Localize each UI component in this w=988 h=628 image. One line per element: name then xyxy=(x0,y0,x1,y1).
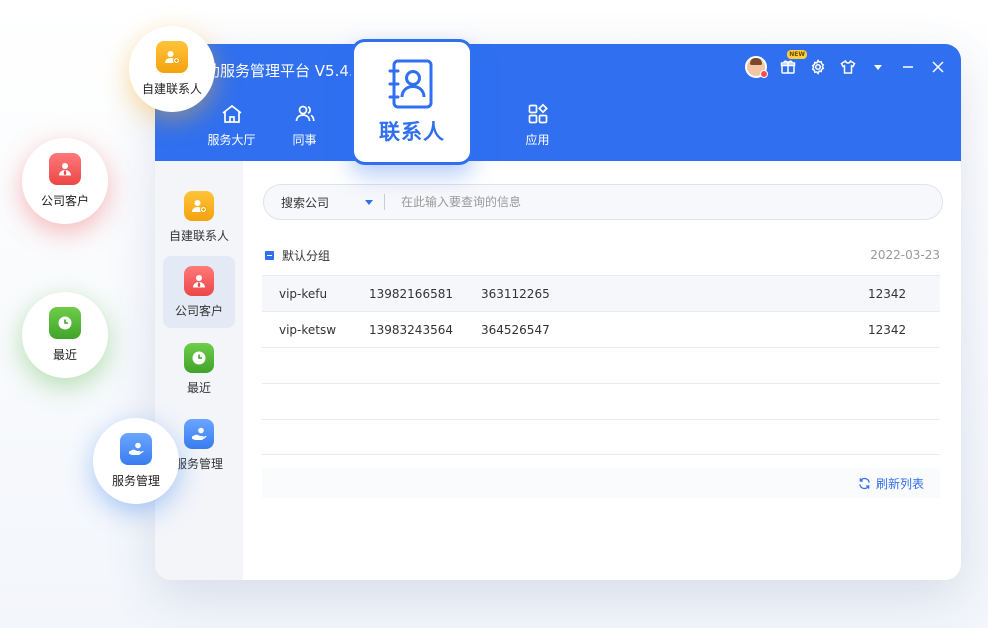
cell-ext: 12342 xyxy=(868,322,907,337)
search-scope-label: 搜索公司 xyxy=(281,195,330,210)
sidebar-item-label: 最近 xyxy=(186,380,211,395)
collapse-icon[interactable] xyxy=(265,250,274,260)
table-row[interactable]: vip-kefu 13982166581 363112265 12342 xyxy=(262,275,940,311)
search-divider xyxy=(384,194,385,210)
settings-icon[interactable] xyxy=(809,58,827,76)
app-window: 助服务管理平台 V5.4. NEW 服务大厅 同事 应用 自建联系人 公司客户 … xyxy=(155,44,961,580)
bubble-label: 服务管理 xyxy=(111,474,160,488)
recent-clock-icon xyxy=(49,307,81,339)
bubble-service-manage[interactable]: 服务管理 xyxy=(93,418,179,504)
new-badge: NEW xyxy=(787,50,807,59)
sidebar-item-label: 服务管理 xyxy=(174,456,223,471)
service-manage-icon xyxy=(184,418,214,449)
contacts-book-icon xyxy=(388,59,433,109)
search-bar: 搜索公司 xyxy=(263,184,943,220)
cell-name: vip-kefu xyxy=(279,286,328,301)
sidebar-item-recent[interactable]: 最近 xyxy=(163,333,235,405)
table-row-empty xyxy=(262,347,940,383)
nav-colleagues-label: 同事 xyxy=(292,133,317,147)
self-contact-icon xyxy=(156,41,188,73)
colleagues-icon xyxy=(295,105,315,122)
cell-ext: 12342 xyxy=(868,286,907,301)
recent-clock-icon xyxy=(184,342,214,373)
dropdown-icon[interactable] xyxy=(869,58,887,76)
company-customer-icon xyxy=(49,153,81,185)
search-input[interactable] xyxy=(401,195,942,209)
nav-apps-label: 应用 xyxy=(525,133,550,147)
bubble-label: 自建联系人 xyxy=(141,82,202,96)
self-contact-icon xyxy=(184,190,214,221)
contacts-table: vip-kefu 13982166581 363112265 12342 vip… xyxy=(262,275,940,455)
table-row[interactable]: vip-ketsw 13983243564 364526547 12342 xyxy=(262,311,940,347)
status-dot-icon xyxy=(760,70,768,78)
sidebar: 自建联系人 公司客户 最近 服务管理 xyxy=(155,161,243,580)
bubble-self-contact[interactable]: 自建联系人 xyxy=(129,26,215,112)
skin-icon[interactable] xyxy=(839,58,857,76)
home-icon xyxy=(221,104,242,123)
sidebar-item-label: 公司客户 xyxy=(174,303,223,318)
sidebar-item-self-contact[interactable]: 自建联系人 xyxy=(163,181,235,253)
close-icon[interactable] xyxy=(929,58,947,76)
table-row-empty xyxy=(262,383,940,419)
group-name: 默认分组 xyxy=(282,248,331,263)
refresh-icon[interactable] xyxy=(858,477,871,490)
group-header[interactable]: 默认分组 2022-03-23 xyxy=(265,244,940,266)
nav-service-hall[interactable]: 服务大厅 xyxy=(195,102,268,148)
nav-contacts[interactable]: 联系人 xyxy=(351,39,473,165)
nav-contacts-label: 联系人 xyxy=(379,120,445,144)
bubble-recent[interactable]: 最近 xyxy=(22,292,108,378)
title-bar-controls: NEW xyxy=(745,50,947,78)
sidebar-item-company-customer[interactable]: 公司客户 xyxy=(163,256,235,328)
bubble-label: 公司客户 xyxy=(40,194,89,208)
group-date: 2022-03-23 xyxy=(870,248,940,262)
service-manage-icon xyxy=(120,433,152,465)
apps-icon xyxy=(528,103,548,124)
bubble-label: 最近 xyxy=(52,348,77,362)
cell-phone: 13983243564 xyxy=(369,322,453,337)
cell-id: 363112265 xyxy=(481,286,550,301)
app-title: 助服务管理平台 V5.4. xyxy=(205,62,354,80)
nav-service-hall-label: 服务大厅 xyxy=(207,133,256,147)
table-row-empty xyxy=(262,419,940,455)
caret-down-icon xyxy=(365,199,374,205)
nav-apps[interactable]: 应用 xyxy=(501,102,574,148)
minimize-icon[interactable] xyxy=(899,58,917,76)
title-bar: 助服务管理平台 V5.4. NEW 服务大厅 同事 应用 xyxy=(155,44,961,161)
nav-colleagues[interactable]: 同事 xyxy=(268,102,341,148)
avatar-icon[interactable] xyxy=(745,56,768,78)
cell-phone: 13982166581 xyxy=(369,286,453,301)
company-customer-icon xyxy=(184,265,214,296)
gift-icon[interactable]: NEW xyxy=(779,50,807,76)
refresh-list-link[interactable]: 刷新列表 xyxy=(876,475,924,492)
search-scope-select[interactable]: 搜索公司 xyxy=(264,194,384,211)
table-footer: 刷新列表 xyxy=(262,468,940,498)
bubble-company-customer[interactable]: 公司客户 xyxy=(22,138,108,224)
cell-id: 364526547 xyxy=(481,322,550,337)
cell-name: vip-ketsw xyxy=(279,322,337,337)
sidebar-item-label: 自建联系人 xyxy=(168,228,229,243)
